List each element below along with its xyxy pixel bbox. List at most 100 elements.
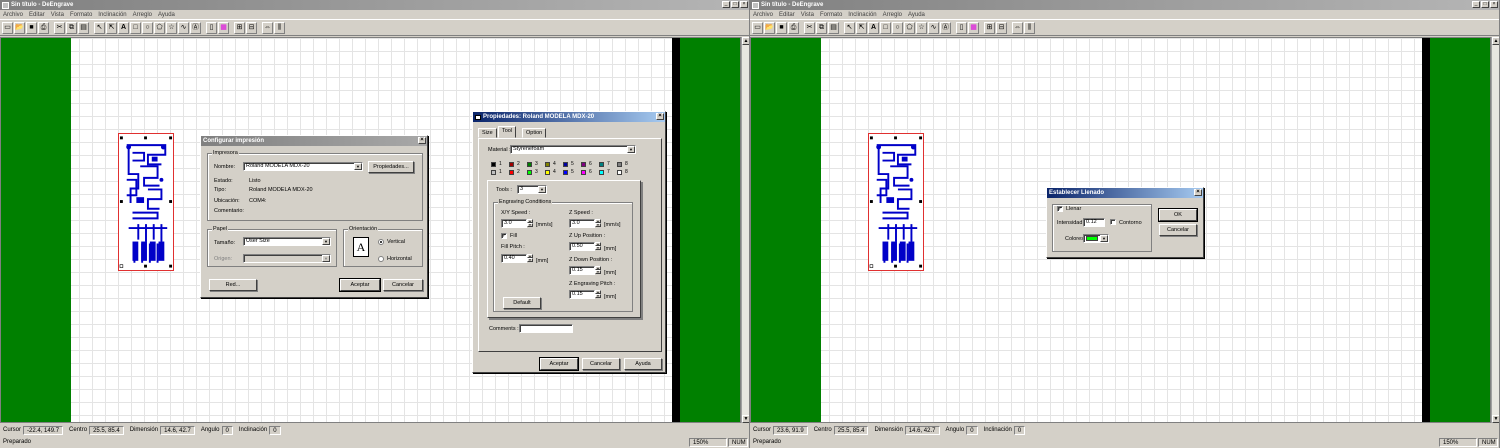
rectangle-tool-icon[interactable]: □ bbox=[880, 21, 891, 34]
tab-tool[interactable]: Tool bbox=[498, 126, 517, 138]
paste-icon[interactable]: ▤ bbox=[78, 21, 89, 34]
color-icon[interactable]: ▦ bbox=[968, 21, 979, 34]
cancel-button[interactable]: Cancelar bbox=[383, 279, 423, 291]
tab-size[interactable]: Size bbox=[478, 128, 497, 138]
printer-name-select[interactable]: Roland MODELA MDX-20 ▼ bbox=[243, 162, 363, 171]
copy-icon[interactable]: ⧉ bbox=[816, 21, 827, 34]
maximize-button[interactable]: □ bbox=[1481, 1, 1489, 8]
paste-icon[interactable]: ▤ bbox=[828, 21, 839, 34]
menu-archivo[interactable]: Archivo bbox=[3, 12, 23, 18]
help-button[interactable]: Ayuda bbox=[624, 358, 662, 370]
pcb-drawing[interactable] bbox=[118, 133, 174, 271]
default-button[interactable]: Default bbox=[503, 297, 541, 309]
star-tool-icon[interactable]: ☆ bbox=[166, 21, 177, 34]
tool-swatch-bottom-8[interactable] bbox=[617, 170, 622, 175]
align-icon[interactable]: ⫼ bbox=[274, 21, 285, 34]
fill-checkbox[interactable]: ✓ bbox=[1057, 206, 1063, 212]
pcb-drawing[interactable] bbox=[868, 133, 924, 271]
color-icon[interactable]: ▦ bbox=[218, 21, 229, 34]
select-arrow-icon[interactable]: ↖ bbox=[94, 21, 105, 34]
node-edit-icon[interactable]: ⇱ bbox=[106, 21, 117, 34]
z-speed-input[interactable]: 3.0 bbox=[569, 219, 595, 228]
new-icon[interactable]: ▭ bbox=[2, 21, 13, 34]
color-picker[interactable]: ▼ bbox=[1083, 234, 1109, 243]
cut-icon[interactable]: ✂ bbox=[54, 21, 65, 34]
menu-editar[interactable]: Editar bbox=[29, 12, 45, 18]
tool-swatch-bottom-7[interactable] bbox=[599, 170, 604, 175]
node-edit-icon[interactable]: ⇱ bbox=[856, 21, 867, 34]
align-icon[interactable]: ⫼ bbox=[1024, 21, 1035, 34]
tool-swatch-top-3[interactable] bbox=[527, 162, 532, 167]
polygon-tool-icon[interactable]: ⬠ bbox=[154, 21, 165, 34]
dialog-close-button[interactable]: × bbox=[656, 113, 664, 120]
select-arrow-icon[interactable]: ↖ bbox=[844, 21, 855, 34]
new-icon[interactable]: ▭ bbox=[752, 21, 763, 34]
vertical-radio[interactable] bbox=[378, 239, 384, 245]
menu-ayuda[interactable]: Ayuda bbox=[908, 12, 925, 18]
vertical-scrollbar[interactable]: ▲ ▼ bbox=[1491, 37, 1499, 423]
scroll-up-icon[interactable]: ▲ bbox=[742, 37, 749, 45]
contour-checkbox[interactable] bbox=[1110, 219, 1116, 225]
menu-inclinacion[interactable]: Inclinación bbox=[98, 12, 126, 18]
intensity-input[interactable]: 0.12 bbox=[1083, 218, 1105, 227]
save-icon[interactable]: ■ bbox=[26, 21, 37, 34]
fill-icon[interactable]: ▯ bbox=[956, 21, 967, 34]
comments-input[interactable] bbox=[519, 324, 573, 333]
ellipse-tool-icon[interactable]: ○ bbox=[142, 21, 153, 34]
print-icon[interactable]: ⎙ bbox=[38, 21, 49, 34]
dialog-close-button[interactable]: × bbox=[418, 137, 426, 144]
group-icon[interactable]: ⊟ bbox=[246, 21, 257, 34]
minimize-button[interactable]: _ bbox=[722, 1, 730, 8]
tab-option[interactable]: Option bbox=[522, 128, 547, 138]
chevron-down-icon[interactable]: ▼ bbox=[354, 163, 362, 170]
z-down-input[interactable]: 0.15 bbox=[569, 266, 595, 275]
vertical-scrollbar[interactable]: ▲ ▼ bbox=[741, 37, 749, 423]
text-tool-icon[interactable]: A bbox=[868, 21, 879, 34]
accept-button[interactable]: Aceptar bbox=[539, 357, 579, 371]
tool-swatch-bottom-4[interactable] bbox=[545, 170, 550, 175]
properties-button[interactable]: Propiedades... bbox=[368, 161, 414, 173]
chevron-down-icon[interactable]: ▼ bbox=[322, 238, 330, 245]
menu-editar[interactable]: Editar bbox=[779, 12, 795, 18]
ok-button[interactable]: OK bbox=[1158, 208, 1198, 222]
z-pitch-input[interactable]: 0.15 bbox=[569, 290, 595, 299]
z-up-spinner[interactable]: ▲ ▼ bbox=[595, 242, 601, 251]
polygon-tool-icon[interactable]: ⬠ bbox=[904, 21, 915, 34]
tool-swatch-top-2[interactable] bbox=[509, 162, 514, 167]
chevron-down-icon[interactable]: ▼ bbox=[1100, 235, 1108, 242]
minimize-button[interactable]: _ bbox=[1472, 1, 1480, 8]
star-tool-icon[interactable]: ☆ bbox=[916, 21, 927, 34]
fill-icon[interactable]: ▯ bbox=[206, 21, 217, 34]
open-icon[interactable]: 📂 bbox=[14, 21, 25, 34]
rectangle-tool-icon[interactable]: □ bbox=[130, 21, 141, 34]
menu-formato[interactable]: Formato bbox=[820, 12, 842, 18]
save-icon[interactable]: ■ bbox=[776, 21, 787, 34]
paper-size-select[interactable]: User Size ▼ bbox=[243, 237, 331, 246]
menu-vista[interactable]: Vista bbox=[801, 12, 814, 18]
curve-tool-icon[interactable]: ∿ bbox=[178, 21, 189, 34]
menu-arreglo[interactable]: Arreglo bbox=[883, 12, 902, 18]
scroll-down-icon[interactable]: ▼ bbox=[742, 415, 749, 423]
print-icon[interactable]: ⎙ bbox=[788, 21, 799, 34]
tool-swatch-bottom-3[interactable] bbox=[527, 170, 532, 175]
close-button[interactable]: × bbox=[740, 1, 748, 8]
xy-speed-input[interactable]: 3.0 bbox=[501, 219, 527, 228]
tool-swatch-bottom-2[interactable] bbox=[509, 170, 514, 175]
tool-swatch-top-5[interactable] bbox=[563, 162, 568, 167]
tool-swatch-top-7[interactable] bbox=[599, 162, 604, 167]
xy-speed-spinner[interactable]: ▲ ▼ bbox=[527, 219, 533, 228]
size-icon[interactable]: ⇔ bbox=[1012, 21, 1023, 34]
tools-select[interactable]: 3 ▼ bbox=[517, 185, 547, 194]
tool-swatch-top-4[interactable] bbox=[545, 162, 550, 167]
menu-inclinacion[interactable]: Inclinación bbox=[848, 12, 876, 18]
open-icon[interactable]: 📂 bbox=[764, 21, 775, 34]
copy-icon[interactable]: ⧉ bbox=[66, 21, 77, 34]
scroll-down-icon[interactable]: ▼ bbox=[1492, 415, 1499, 423]
text-frame-icon[interactable]: Ⓐ bbox=[940, 21, 951, 34]
material-select[interactable]: Styrenefoam ▼ bbox=[510, 145, 636, 154]
text-tool-icon[interactable]: A bbox=[118, 21, 129, 34]
z-pitch-spinner[interactable]: ▲ ▼ bbox=[595, 290, 601, 299]
menu-formato[interactable]: Formato bbox=[70, 12, 92, 18]
fill-pitch-spinner[interactable]: ▲ ▼ bbox=[527, 254, 533, 263]
network-button[interactable]: Red... bbox=[209, 279, 257, 291]
